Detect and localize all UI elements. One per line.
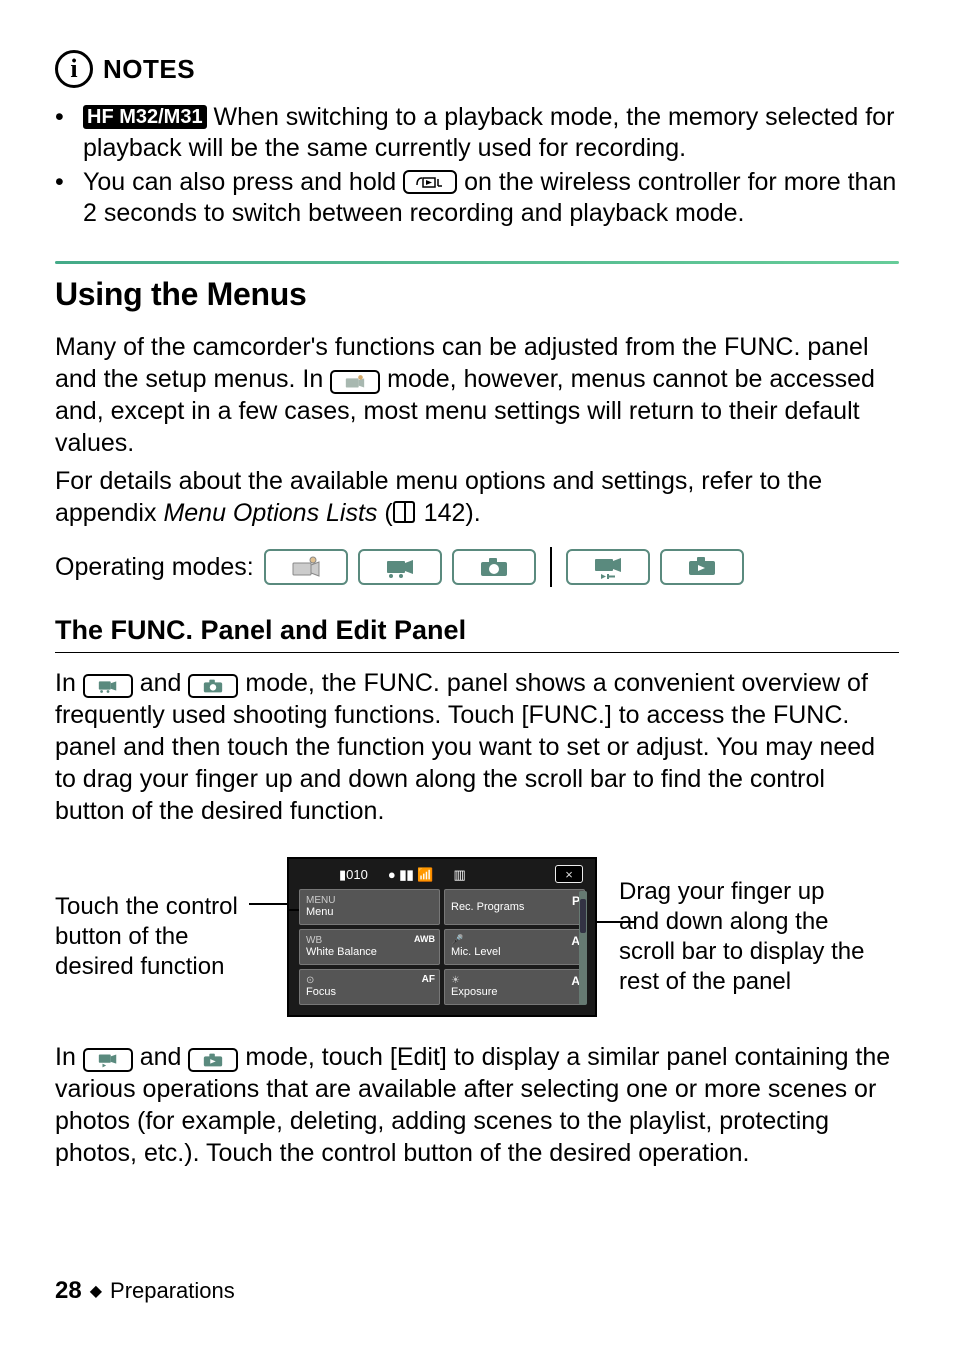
section-heading: Using the Menus xyxy=(55,276,899,313)
ss-cell-exposure[interactable]: ☀ExposureA xyxy=(444,969,585,1005)
subsection-heading: The FUNC. Panel and Edit Panel xyxy=(55,615,899,646)
section-para-2: For details about the available menu opt… xyxy=(55,465,899,529)
p2-page: 142). xyxy=(417,499,481,527)
inline-movie-play-icon xyxy=(83,1048,133,1072)
subsection-para-1: In and mode, the FUNC. panel shows a con… xyxy=(55,667,899,827)
inline-photo-play-icon xyxy=(188,1048,238,1072)
mode-photo-play-icon xyxy=(660,549,744,585)
footer-chapter: Preparations xyxy=(110,1278,235,1304)
mode-auto-icon xyxy=(264,549,348,585)
page-number: 28 xyxy=(55,1277,82,1305)
inline-movie-rec-icon xyxy=(83,674,133,698)
func-panel-screenshot: ▮010 ● ▮▮ 📶 ▥ × MENUMenu Rec. ProgramsP … xyxy=(287,857,597,1017)
figure-caption-left: Touch the control button of the desired … xyxy=(55,892,265,982)
info-icon: i xyxy=(55,50,93,88)
notes-header: i NOTES xyxy=(55,50,899,88)
notes-item-2: You can also press and hold on the wirel… xyxy=(55,167,899,230)
manual-page-icon xyxy=(393,505,415,523)
ss-cell-focus[interactable]: ⊙FocusAF xyxy=(299,969,440,1005)
ss-cell-menu[interactable]: MENUMenu xyxy=(299,889,440,925)
operating-modes-label: Operating modes: xyxy=(55,553,254,582)
remote-play-button-icon xyxy=(403,170,457,194)
mode-movie-play-icon xyxy=(566,549,650,585)
page-footer: 28 ◆ Preparations xyxy=(55,1277,235,1305)
leader-line-right xyxy=(595,921,635,923)
ss-cell-mic-level[interactable]: 🎤Mic. LevelA xyxy=(444,929,585,965)
operating-modes-row: Operating modes: xyxy=(55,547,899,587)
sp2-b: and xyxy=(140,1043,189,1071)
notes-list: HF M32/M31 When switching to a playback … xyxy=(55,102,899,229)
p2-ref: Menu Options Lists xyxy=(163,499,377,527)
subsection-rule xyxy=(55,652,899,653)
figure-caption-right: Drag your finger up and down along the s… xyxy=(619,877,867,997)
mode-divider xyxy=(550,547,552,587)
mode-movie-rec-icon xyxy=(358,549,442,585)
leader-line-left xyxy=(249,903,289,905)
notes-item-1: HF M32/M31 When switching to a playback … xyxy=(55,102,899,165)
inline-photo-rec-icon xyxy=(188,674,238,698)
model-badge: HF M32/M31 xyxy=(83,105,207,129)
p2-paren: ( xyxy=(377,499,392,527)
ss-close-icon[interactable]: × xyxy=(555,865,583,883)
notes-item-2-pre: You can also press and hold xyxy=(83,168,403,196)
section-divider xyxy=(55,261,899,264)
sp1-b: and xyxy=(140,669,189,697)
ss-cell-white-balance[interactable]: WBWhite BalanceAWB xyxy=(299,929,440,965)
sp1-a: In xyxy=(55,669,83,697)
auto-mode-icon xyxy=(330,370,380,394)
figure-row: Touch the control button of the desired … xyxy=(55,857,899,1017)
ss-cell-rec-programs[interactable]: Rec. ProgramsP xyxy=(444,889,585,925)
section-para-1: Many of the camcorder's functions can be… xyxy=(55,331,899,459)
subsection-para-2: In and mode, touch [Edit] to display a s… xyxy=(55,1041,899,1169)
ss-header: ▮010 ● ▮▮ 📶 ▥ xyxy=(295,865,589,889)
footer-diamond-icon: ◆ xyxy=(90,1281,102,1301)
sp2-a: In xyxy=(55,1043,83,1071)
mode-photo-rec-icon xyxy=(452,549,536,585)
ss-scrollbar[interactable] xyxy=(579,891,587,1005)
ss-counter: 010 xyxy=(346,867,368,882)
notes-title: NOTES xyxy=(103,54,195,85)
